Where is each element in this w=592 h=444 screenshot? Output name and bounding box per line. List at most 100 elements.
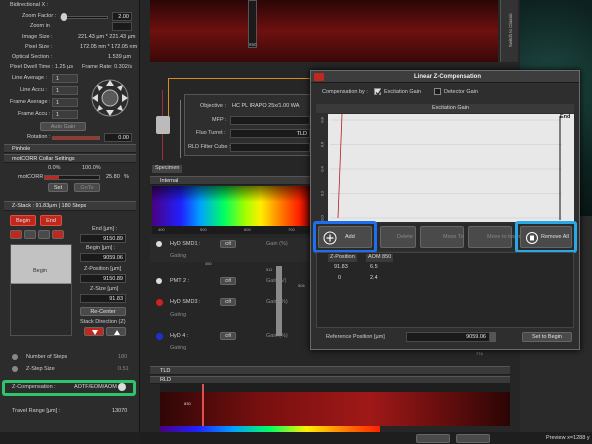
hyd1-label: HyD SMD1 :	[170, 241, 201, 247]
frame-accu-spinner[interactable]: 1	[52, 110, 78, 119]
end-um-field[interactable]: 9150.89	[80, 234, 126, 243]
frame-average-spinner[interactable]: 1	[52, 98, 78, 107]
motcorr-slider[interactable]	[44, 175, 100, 180]
hyd3-gating-label: Gating	[170, 312, 187, 318]
remove-all-button[interactable]: Remove All	[520, 226, 572, 248]
num-steps-radio[interactable]	[12, 354, 18, 360]
objective-icon[interactable]	[156, 116, 170, 134]
nm-scale	[160, 384, 510, 392]
row-0-aom[interactable]: 6.5	[370, 264, 378, 271]
frame-accu-label: Frame Accu :	[18, 111, 51, 117]
dialog-close-icon[interactable]	[314, 73, 324, 81]
row-1-aom[interactable]: 2.4	[370, 275, 378, 282]
zstep-radio[interactable]	[12, 366, 18, 372]
hyd3-gain-label: Gain (%)	[266, 299, 288, 305]
pixel-size-value: 172.05 nm * 172.05 nm	[80, 44, 138, 50]
ref-pos-field[interactable]: 9059.06	[406, 332, 490, 342]
auto-gain-button[interactable]: Auto Gain	[40, 122, 86, 131]
ref-pos-spinner[interactable]	[490, 332, 496, 342]
zoom-slider[interactable]	[60, 16, 108, 19]
top-slider-track[interactable]	[248, 0, 257, 48]
zstack-begin-button[interactable]: Begin	[10, 215, 36, 226]
motcorr-100: 100.0%	[82, 165, 101, 171]
recenter-button[interactable]: Re-Center	[80, 307, 126, 316]
direction-down-button[interactable]	[84, 327, 104, 336]
stack-icon-button-1[interactable]	[10, 230, 22, 239]
zoom-factor-field[interactable]: 2.00	[112, 12, 132, 21]
fluo-turret-label: Fluo Turret :	[196, 130, 226, 136]
delete-label: Delete	[397, 234, 413, 240]
beam-line-vertical	[168, 78, 169, 118]
frame-average-label: Frame Average :	[10, 99, 51, 105]
scan-direction-pad[interactable]	[86, 76, 134, 120]
zsize-field[interactable]: 91.83	[80, 294, 126, 303]
rotation-field[interactable]: 0.00	[104, 133, 132, 142]
tld-header[interactable]: TLD	[150, 366, 510, 375]
num-steps-label: Number of Steps	[26, 354, 68, 360]
pinhole-header[interactable]: Pinhole	[4, 144, 136, 153]
motcorr-label: motCORR :	[18, 174, 47, 180]
zstack-begin-marker: Begin	[33, 268, 48, 274]
zstack-end-button[interactable]: End	[40, 215, 62, 226]
mfp-field[interactable]	[230, 116, 310, 125]
stack-icon-button-3[interactable]	[38, 230, 50, 239]
direction-up-button[interactable]	[106, 327, 126, 336]
chart-y-tick-label: 0.4	[320, 165, 325, 171]
rotation-slider[interactable]	[52, 136, 100, 140]
zoom-in-field[interactable]	[112, 22, 132, 31]
hyd3-off-button[interactable]: Off	[220, 298, 236, 306]
switch-classic-text[interactable]: Switch to Classic	[508, 13, 514, 47]
bottom-button-2[interactable]	[456, 434, 490, 443]
detector-gain-checkbox[interactable]	[434, 88, 441, 95]
zstack-header[interactable]: Z-Stack : 91.83µm | 180 Steps	[4, 201, 136, 211]
bottom-button-1[interactable]	[416, 434, 450, 443]
begin-um-field[interactable]: 9059.06	[80, 253, 126, 262]
travel-range-value: 13070	[112, 408, 128, 414]
set-to-begin-button[interactable]: Set to Begin	[522, 332, 572, 342]
motcorr-set-button[interactable]: Set	[48, 183, 68, 192]
plus-icon	[323, 231, 337, 245]
row-0-zpos[interactable]: 91.83	[334, 264, 348, 271]
pmt2-off-button[interactable]: Off	[220, 277, 236, 285]
hyd4-off-button[interactable]: Off	[220, 332, 236, 340]
add-button[interactable]: Add	[318, 226, 372, 248]
pinhole-label: Pinhole	[12, 146, 31, 152]
col-zpos-header: Z-Position	[328, 254, 357, 262]
pixel-dwell-label: Pixel Dwell Time : 1.25 µs	[10, 64, 74, 70]
move-to-button[interactable]: Move To	[420, 226, 464, 248]
hyd1-off-button[interactable]: Off	[220, 240, 236, 248]
motcorr-value[interactable]: 25.80	[106, 174, 120, 181]
fluo-turret-field[interactable]: TLD	[230, 129, 310, 138]
travel-range-label: Travel Range [µm] :	[12, 408, 61, 414]
col-aom-header: AOM 850	[366, 254, 394, 262]
gain-chart[interactable]: 0.8 0.6 0.4 0.2 0.0	[316, 113, 574, 222]
laser-marker[interactable]	[202, 384, 204, 426]
zpos-field[interactable]: 9150.89	[80, 274, 126, 283]
specimen-label: Specimen	[152, 165, 183, 173]
excitation-gain-checkbox[interactable]	[374, 88, 382, 96]
preview-status: Preview x=1288 y	[546, 435, 590, 441]
row-1-zpos[interactable]: 0	[338, 275, 341, 282]
objective-value[interactable]: HC PL IRAPO 25x/1.00 WA	[232, 103, 299, 110]
motcorr-header[interactable]: motCORR Collar Settings	[4, 154, 136, 163]
move-to-begin-button[interactable]: Move to begin	[468, 226, 522, 248]
rld-filter-field[interactable]	[230, 143, 310, 152]
line-accu-spinner[interactable]: 1	[52, 86, 78, 95]
image-size-value: 221.43 µm * 221.43 µm	[78, 34, 136, 40]
line-average-spinner[interactable]: 1	[52, 74, 78, 83]
beam-line-orange	[168, 78, 318, 79]
zcomp-value[interactable]: AOTF/EOM/AOM	[74, 384, 117, 391]
laser-spectrum-bar[interactable]	[160, 392, 510, 426]
motcorr-goto-button[interactable]: GoTo	[74, 183, 100, 192]
chart-y-tick-label: 0.8	[320, 116, 325, 122]
rld-header[interactable]: RLD	[150, 376, 510, 384]
delete-button[interactable]: Delete	[380, 226, 416, 248]
zstack-visual[interactable]	[10, 244, 72, 336]
zoom-slider-handle[interactable]	[61, 13, 67, 21]
zcomp-settings-icon[interactable]	[118, 383, 126, 391]
frame-rate-label: Frame Rate: 0.302/s	[82, 64, 133, 70]
internal-header[interactable]: Internal	[150, 176, 310, 185]
stack-icon-button-2[interactable]	[24, 230, 36, 239]
stack-icon-button-4[interactable]	[52, 230, 64, 239]
pmt2-label: PMT 2 :	[170, 278, 190, 284]
